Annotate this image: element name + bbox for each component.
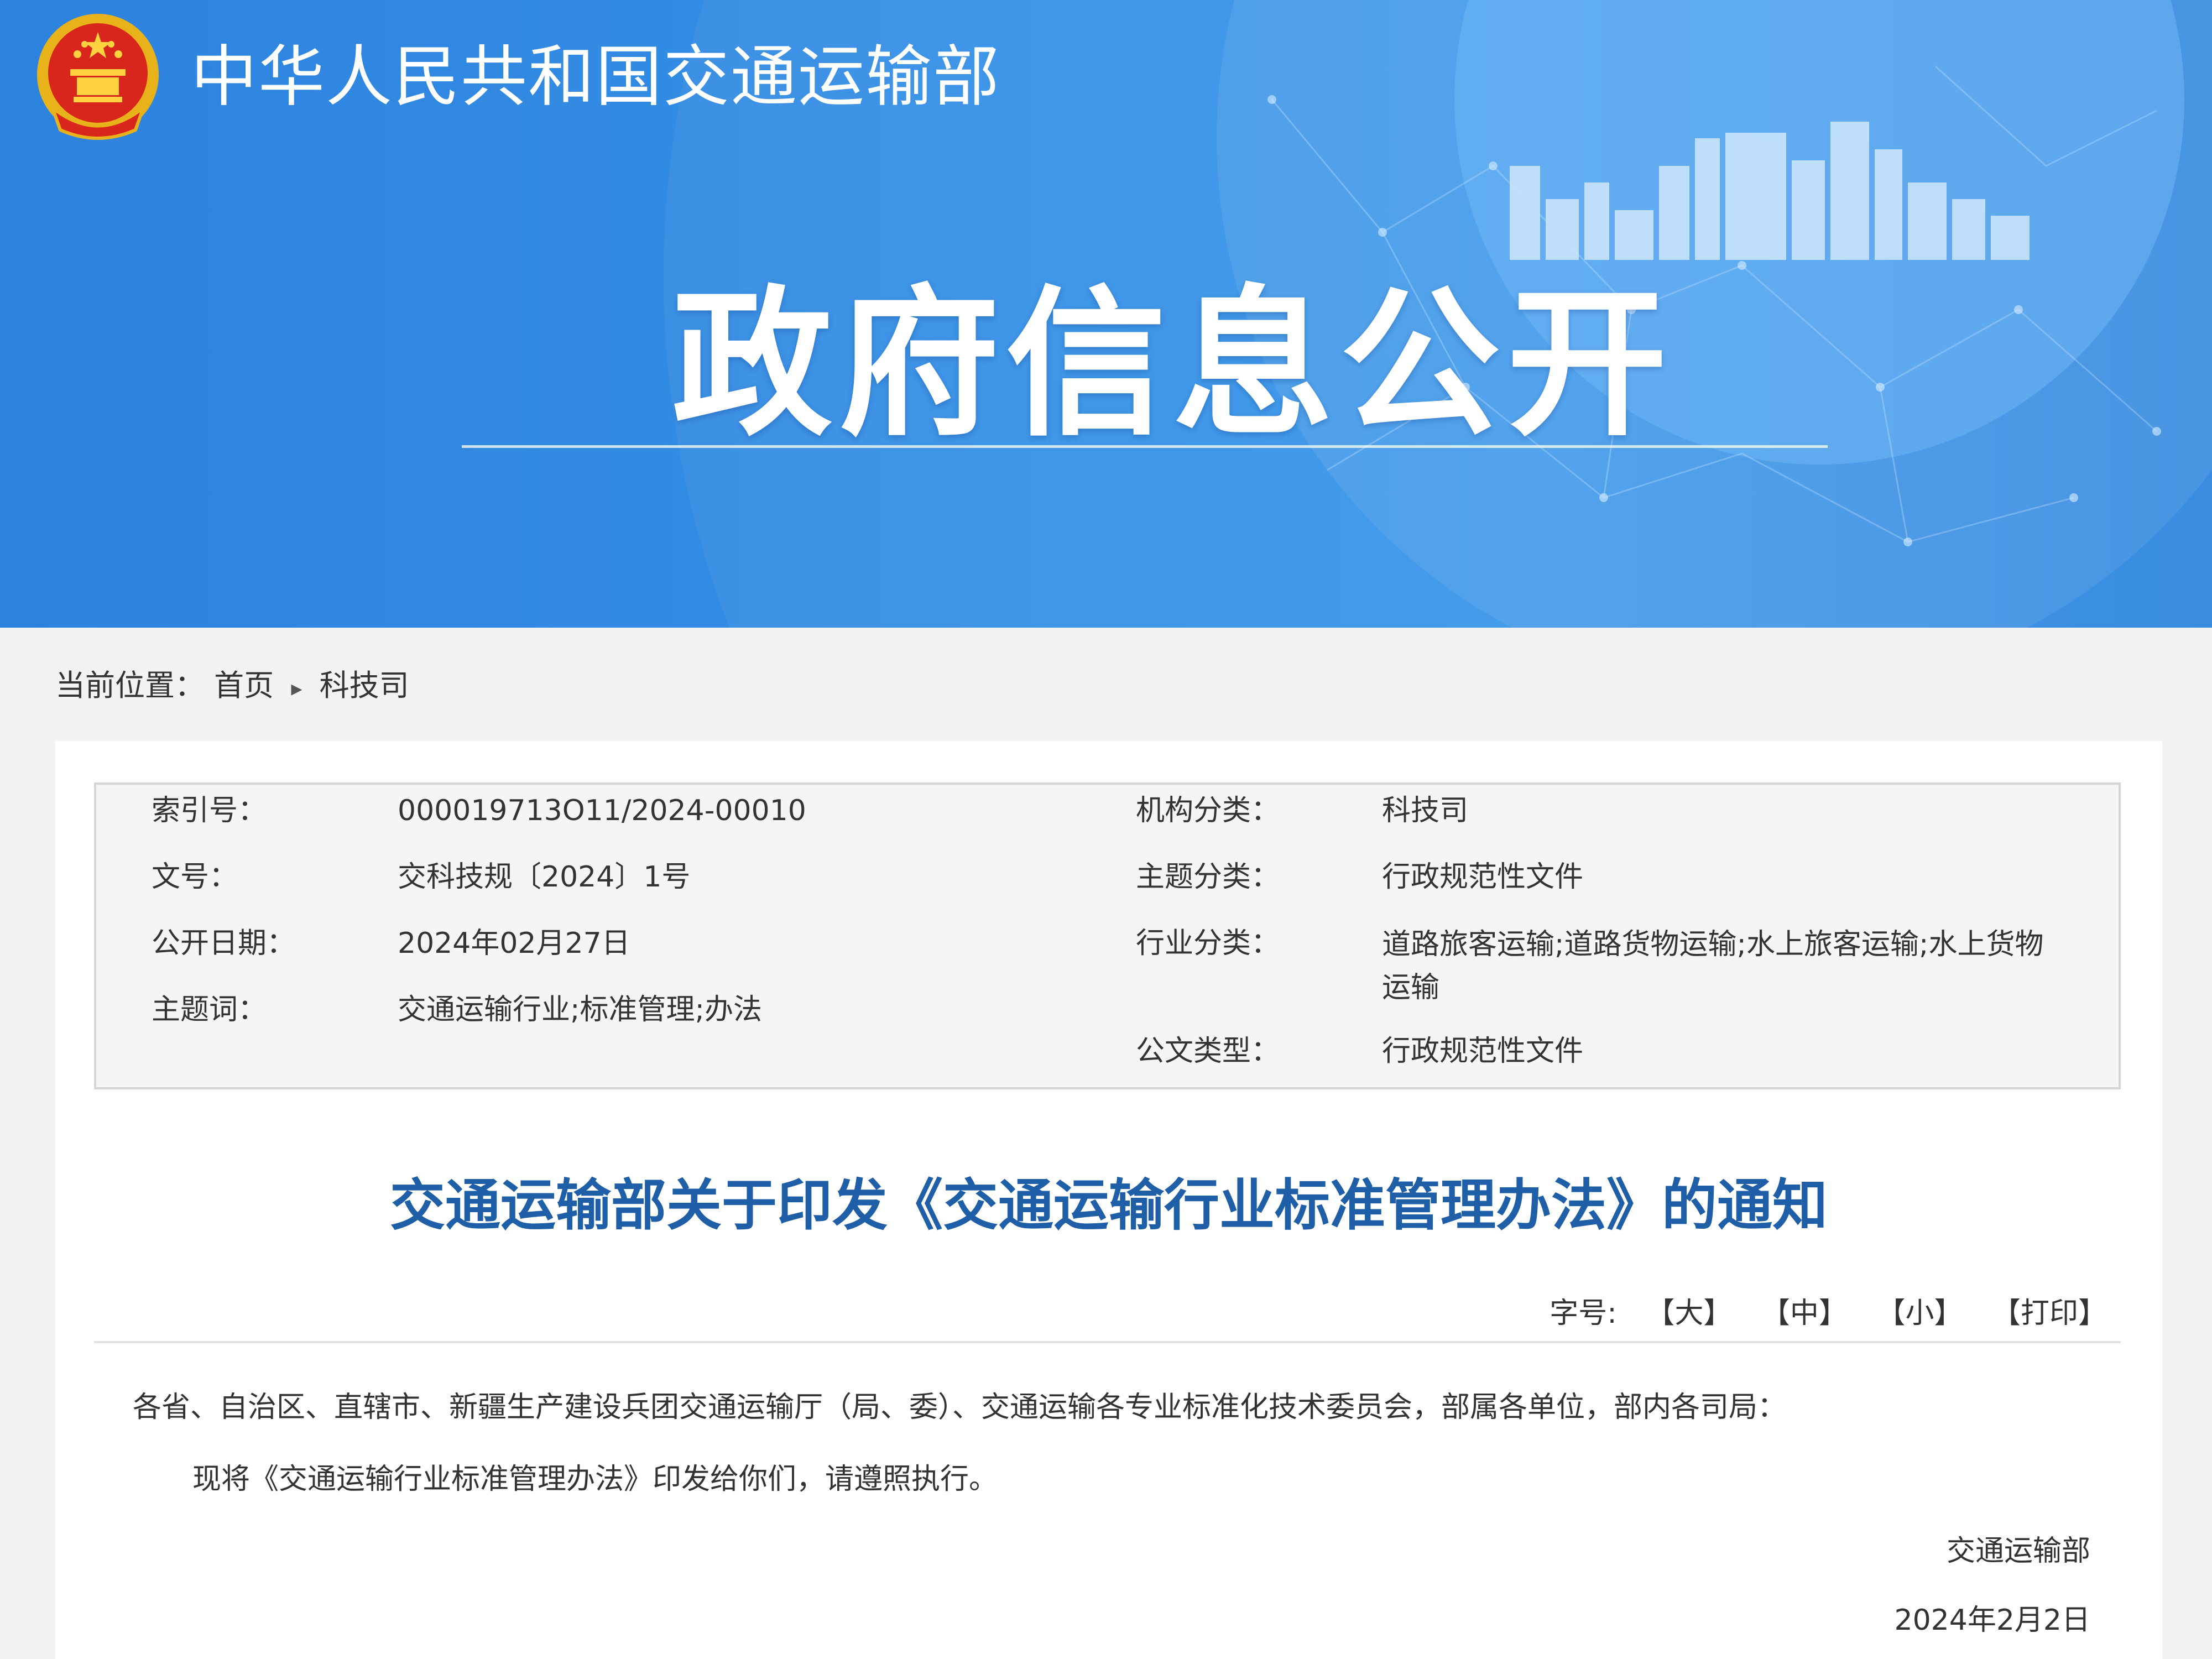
font-size-label: 字号: [1550, 1297, 1617, 1330]
section-title: 政府信息公开 [672, 272, 1674, 458]
content-divider [94, 1341, 2121, 1343]
meta-label-topic: 主题分类： [1136, 860, 1280, 894]
meta-value-topic: 行政规范性文件 [1382, 860, 1584, 894]
ministry-name[interactable]: 中华人民共和国交通运输部 [191, 33, 1000, 122]
breadcrumb-dept-link[interactable]: 科技司 [320, 668, 409, 703]
meta-value-doc-type: 行政规范性文件 [1382, 1035, 1584, 1068]
document-signature: 交通运输部 [1946, 1535, 2090, 1568]
title-underline [462, 445, 1828, 448]
print-button[interactable]: 【打印】 [1992, 1297, 2107, 1330]
breadcrumb: 当前位置： 首页 ▸ 科技司 [55, 666, 409, 705]
meta-value-org: 科技司 [1382, 794, 1469, 827]
meta-value-doc-number: 交科技规〔2024〕1号 [398, 860, 691, 894]
meta-label-doc-number: 文号： [152, 860, 238, 894]
breadcrumb-separator-icon: ▸ [291, 676, 302, 701]
content-card: 索引号： 000019713O11/2024-00010 文号： 交科技规〔20… [55, 741, 2162, 1659]
header-banner: 中华人民共和国交通运输部 政府信息公开 [0, 0, 2212, 628]
meta-label-org: 机构分类： [1136, 794, 1280, 827]
document-salutation: 各省、自治区、直辖市、新疆生产建设兵团交通运输厅（局、委）、交通运输各专业标准化… [133, 1391, 1787, 1424]
breadcrumb-label: 当前位置： [55, 668, 205, 703]
meta-value-publish-date: 2024年02月27日 [398, 927, 630, 960]
meta-value-industry: 道路旅客运输;道路货物运输;水上旅客运输;水上货物运输 [1382, 928, 2044, 1004]
national-emblem-icon [37, 14, 159, 140]
font-medium-button[interactable]: 【中】 [1761, 1297, 1848, 1330]
document-body: 现将《交通运输行业标准管理办法》印发给你们，请遵照执行。 [192, 1463, 998, 1496]
meta-label-publish-date: 公开日期： [152, 927, 296, 960]
breadcrumb-home-link[interactable]: 首页 [214, 668, 274, 703]
meta-label-index: 索引号： [152, 794, 267, 827]
metadata-table: 索引号： 000019713O11/2024-00010 文号： 交科技规〔20… [94, 782, 2121, 1089]
meta-label-industry: 行业分类： [1136, 927, 1280, 960]
meta-value-keywords: 交通运输行业;标准管理;办法 [398, 993, 763, 1026]
document-title: 交通运输部关于印发《交通运输行业标准管理办法》的通知 [390, 1173, 1828, 1238]
font-small-button[interactable]: 【小】 [1876, 1297, 1963, 1330]
meta-label-keywords: 主题词： [152, 993, 267, 1026]
font-size-toolbar: 字号: 【大】 【中】 【小】 【打印】 [1550, 1291, 2107, 1335]
font-large-button[interactable]: 【大】 [1646, 1297, 1732, 1330]
document-date: 2024年2月2日 [1894, 1604, 2090, 1637]
meta-value-index: 000019713O11/2024-00010 [398, 794, 806, 827]
meta-label-doc-type: 公文类型： [1136, 1035, 1280, 1068]
